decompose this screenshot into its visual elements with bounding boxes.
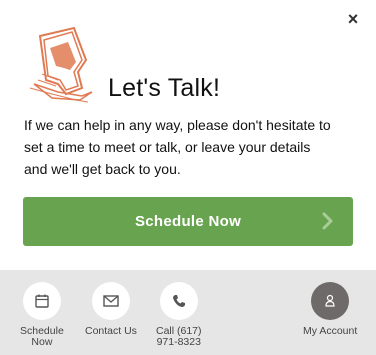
footer-item-label: My Account [303, 326, 357, 337]
popup-body-line: and we'll get back to you. [24, 161, 181, 177]
footer-label-line: Contact Us [85, 325, 137, 337]
footer-bar: Schedule Now Contact Us Call (617) 971-8… [0, 270, 376, 355]
popup-body: If we can help in any way, please don't … [24, 114, 359, 180]
footer-item-label: Schedule Now [20, 326, 64, 348]
user-icon [311, 282, 350, 320]
footer-item-label: Contact Us [85, 326, 137, 337]
footer-item-account[interactable]: My Account [303, 282, 357, 337]
popup-body-line: If we can help in any way, please don't … [24, 117, 331, 133]
schedule-now-label: Schedule Now [134, 213, 242, 230]
envelope-icon [91, 282, 130, 320]
footer-item-label: Call (617) 971-8323 [156, 326, 202, 348]
chevron-right-icon [322, 212, 333, 230]
footer-label-line: Now [31, 336, 53, 348]
popup-title: Let's Talk! [108, 74, 221, 102]
popup-body-line: set a time to meet or talk, or leave you… [24, 139, 311, 155]
footer-item-call[interactable]: Call (617) 971-8323 [156, 282, 202, 348]
phone-icon [159, 282, 198, 320]
footer-label-line: 971-8323 [156, 336, 201, 348]
schedule-now-button[interactable]: Schedule Now [23, 197, 353, 246]
contact-popup: × Let's Talk! If we can help in any way,… [0, 0, 376, 270]
footer-item-contact[interactable]: Contact Us [85, 282, 137, 337]
calendar-icon [22, 282, 61, 320]
footer-label-line: My Account [303, 325, 358, 337]
close-icon[interactable]: × [344, 10, 362, 28]
footer-item-schedule[interactable]: Schedule Now [20, 282, 64, 348]
brand-logo [22, 22, 104, 104]
